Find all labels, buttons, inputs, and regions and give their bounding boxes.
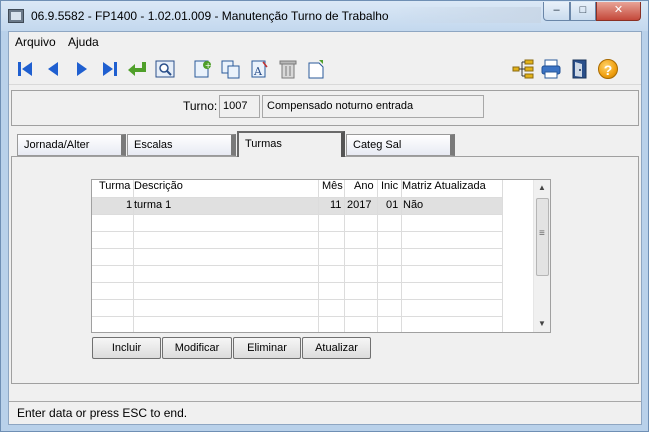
grid-header: Turma Descrição Mês Ano Inic Matriz Atua… xyxy=(92,180,535,198)
client-area: Arquivo Ajuda + A ? Turno: 1007 Compensa… xyxy=(8,31,642,425)
edit-text-icon[interactable]: A xyxy=(249,58,271,80)
turno-label: Turno: xyxy=(183,99,218,113)
close-button[interactable]: ✕ xyxy=(596,2,641,21)
status-text: Enter data or press ESC to end. xyxy=(17,406,188,420)
new-record-icon[interactable]: + xyxy=(192,58,214,80)
grid-divider xyxy=(502,180,503,332)
title-bar[interactable]: 06.9.5582 - FP1400 - 1.02.01.009 - Manut… xyxy=(1,1,648,31)
minimize-button[interactable]: – xyxy=(543,2,570,21)
svg-text:A: A xyxy=(253,65,263,78)
table-row-empty[interactable] xyxy=(92,214,502,231)
column-header-inic[interactable]: Inic xyxy=(381,180,398,192)
table-row-empty[interactable] xyxy=(92,316,502,332)
window-title: 06.9.5582 - FP1400 - 1.02.01.009 - Manut… xyxy=(31,9,389,23)
grid-divider xyxy=(344,180,345,332)
tab-turmas[interactable]: Turmas xyxy=(237,131,345,157)
title-bar-fade xyxy=(391,7,541,23)
menu-arquivo[interactable]: Arquivo xyxy=(15,35,56,49)
cell-ano: 2017 xyxy=(347,199,372,211)
tree-structure-icon[interactable] xyxy=(512,58,534,80)
copy-record-icon[interactable] xyxy=(220,58,242,80)
column-header-descricao[interactable]: Descrição xyxy=(134,180,183,192)
grid-divider xyxy=(133,180,134,332)
first-record-icon[interactable] xyxy=(14,58,36,80)
table-row-empty[interactable] xyxy=(92,248,502,265)
help-icon[interactable]: ? xyxy=(597,58,619,80)
scroll-down-icon[interactable]: ▼ xyxy=(534,316,550,332)
cell-turma: 1 xyxy=(126,199,133,211)
previous-record-icon[interactable] xyxy=(42,58,64,80)
table-row-empty[interactable] xyxy=(92,299,502,316)
turmas-grid[interactable]: Turma Descrição Mês Ano Inic Matriz Atua… xyxy=(91,179,551,333)
grid-divider xyxy=(377,180,378,332)
column-header-matriz-atualizada[interactable]: Matriz Atualizada xyxy=(402,180,486,192)
cell-mes: 11 xyxy=(330,199,342,211)
app-icon[interactable] xyxy=(8,9,24,23)
print-icon[interactable] xyxy=(540,58,562,80)
eliminar-button[interactable]: Eliminar xyxy=(233,337,301,359)
cell-inic: 01 xyxy=(386,199,399,211)
incluir-button[interactable]: Incluir xyxy=(92,337,161,359)
help-icon-glyph: ? xyxy=(598,59,618,79)
svg-text:+: + xyxy=(205,61,212,70)
turno-description-field: Compensado noturno entrada xyxy=(262,95,484,118)
table-row[interactable]: 1 turma 1 11 2017 01 Não xyxy=(92,197,502,214)
column-header-turma[interactable]: Turma xyxy=(99,180,130,192)
toolbar: + A ? xyxy=(9,51,641,85)
menu-ajuda[interactable]: Ajuda xyxy=(68,35,99,49)
scroll-thumb[interactable] xyxy=(536,198,549,276)
table-row-empty[interactable] xyxy=(92,282,502,299)
exit-icon[interactable] xyxy=(569,58,591,80)
maximize-button[interactable]: □ xyxy=(570,2,596,21)
table-row-empty[interactable] xyxy=(92,265,502,282)
tab-jornada-alter[interactable]: Jornada/Alter xyxy=(17,134,126,156)
cell-descricao: turma 1 xyxy=(134,199,172,211)
next-record-icon[interactable] xyxy=(71,58,93,80)
tab-escalas[interactable]: Escalas xyxy=(127,134,236,156)
atualizar-button[interactable]: Atualizar xyxy=(302,337,371,359)
blank-record-icon[interactable] xyxy=(305,58,327,80)
modificar-button[interactable]: Modificar xyxy=(162,337,232,359)
last-record-icon[interactable] xyxy=(99,58,121,80)
grid-divider xyxy=(401,180,402,332)
turno-header-panel: Turno: 1007 Compensado noturno entrada xyxy=(11,90,639,126)
menu-bar: Arquivo Ajuda xyxy=(9,32,641,51)
tab-categ-sal[interactable]: Categ Sal xyxy=(346,134,455,156)
status-bar: Enter data or press ESC to end. xyxy=(9,401,641,424)
grid-scrollbar[interactable]: ▲ ▼ xyxy=(533,180,550,332)
column-header-ano[interactable]: Ano xyxy=(354,180,374,192)
app-window: 06.9.5582 - FP1400 - 1.02.01.009 - Manut… xyxy=(0,0,649,432)
scroll-up-icon[interactable]: ▲ xyxy=(534,180,550,196)
grid-divider xyxy=(318,180,319,332)
search-icon[interactable] xyxy=(154,58,176,80)
turno-code-field[interactable]: 1007 xyxy=(219,95,260,118)
cell-matriz-atualizada: Não xyxy=(403,199,424,211)
select-record-icon[interactable] xyxy=(126,58,148,80)
table-row-empty[interactable] xyxy=(92,231,502,248)
column-header-mes[interactable]: Mês xyxy=(322,180,343,192)
delete-icon[interactable] xyxy=(277,58,299,80)
